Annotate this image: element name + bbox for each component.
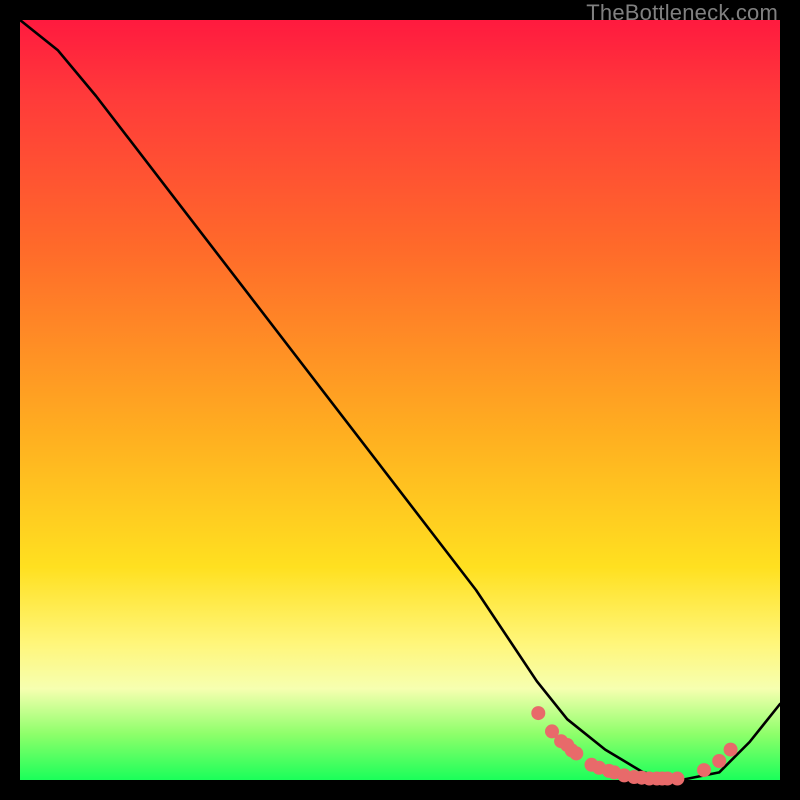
data-point	[724, 743, 738, 757]
curve-line	[20, 20, 780, 780]
data-point	[670, 772, 684, 786]
data-points	[531, 706, 737, 785]
data-point	[531, 706, 545, 720]
chart-frame: TheBottleneck.com	[0, 0, 800, 800]
data-point	[569, 746, 583, 760]
chart-svg	[20, 20, 780, 780]
data-point	[712, 754, 726, 768]
data-point	[697, 763, 711, 777]
